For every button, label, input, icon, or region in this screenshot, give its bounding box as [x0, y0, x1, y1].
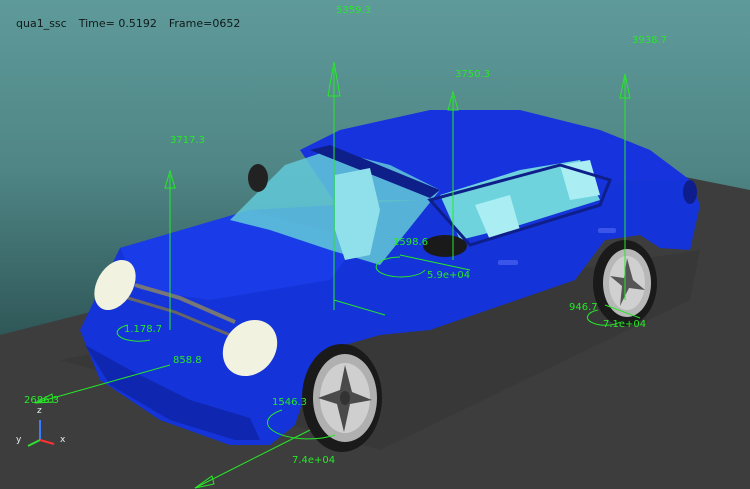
force-label-f6: 5.9e+04	[427, 270, 471, 281]
axis-gizmo-lines	[27, 420, 55, 447]
3d-viewport[interactable]: qua1_ssc Time= 0.5192 Frame=0652 5359.3 37…	[0, 0, 750, 489]
force-label-f3: 3938.7	[632, 35, 667, 46]
force-label-f9: 1.178.7	[124, 324, 163, 335]
force-label-f2: 3750.3	[455, 69, 490, 80]
time-readout: Time= 0.5192	[78, 17, 157, 30]
force-label-f10: 858.8	[173, 355, 202, 366]
force-label-f8: 7.1e+04	[603, 319, 647, 330]
status-overlay: qua1_ssc Time= 0.5192 Frame=0652	[2, 4, 252, 43]
model-name: qua1_ssc	[16, 17, 67, 30]
force-label-f1: 5359.3	[336, 5, 371, 16]
force-label-f12: 1546.3	[272, 397, 307, 408]
axis-y-label: y	[16, 435, 22, 445]
force-label-f7: 946.7	[569, 302, 598, 313]
frame-readout: Frame=0652	[168, 17, 241, 30]
axis-z-label: z	[37, 406, 42, 416]
scene	[0, 61, 750, 489]
force-label-f13: 7.4e+04	[292, 455, 336, 466]
axis-gizmo: z y x	[8, 404, 78, 454]
force-label-f4: 3717.3	[170, 135, 205, 146]
front-wheel	[302, 344, 382, 452]
axis-x-label: x	[60, 435, 66, 445]
force-label-f5: 1598.6	[393, 237, 428, 248]
